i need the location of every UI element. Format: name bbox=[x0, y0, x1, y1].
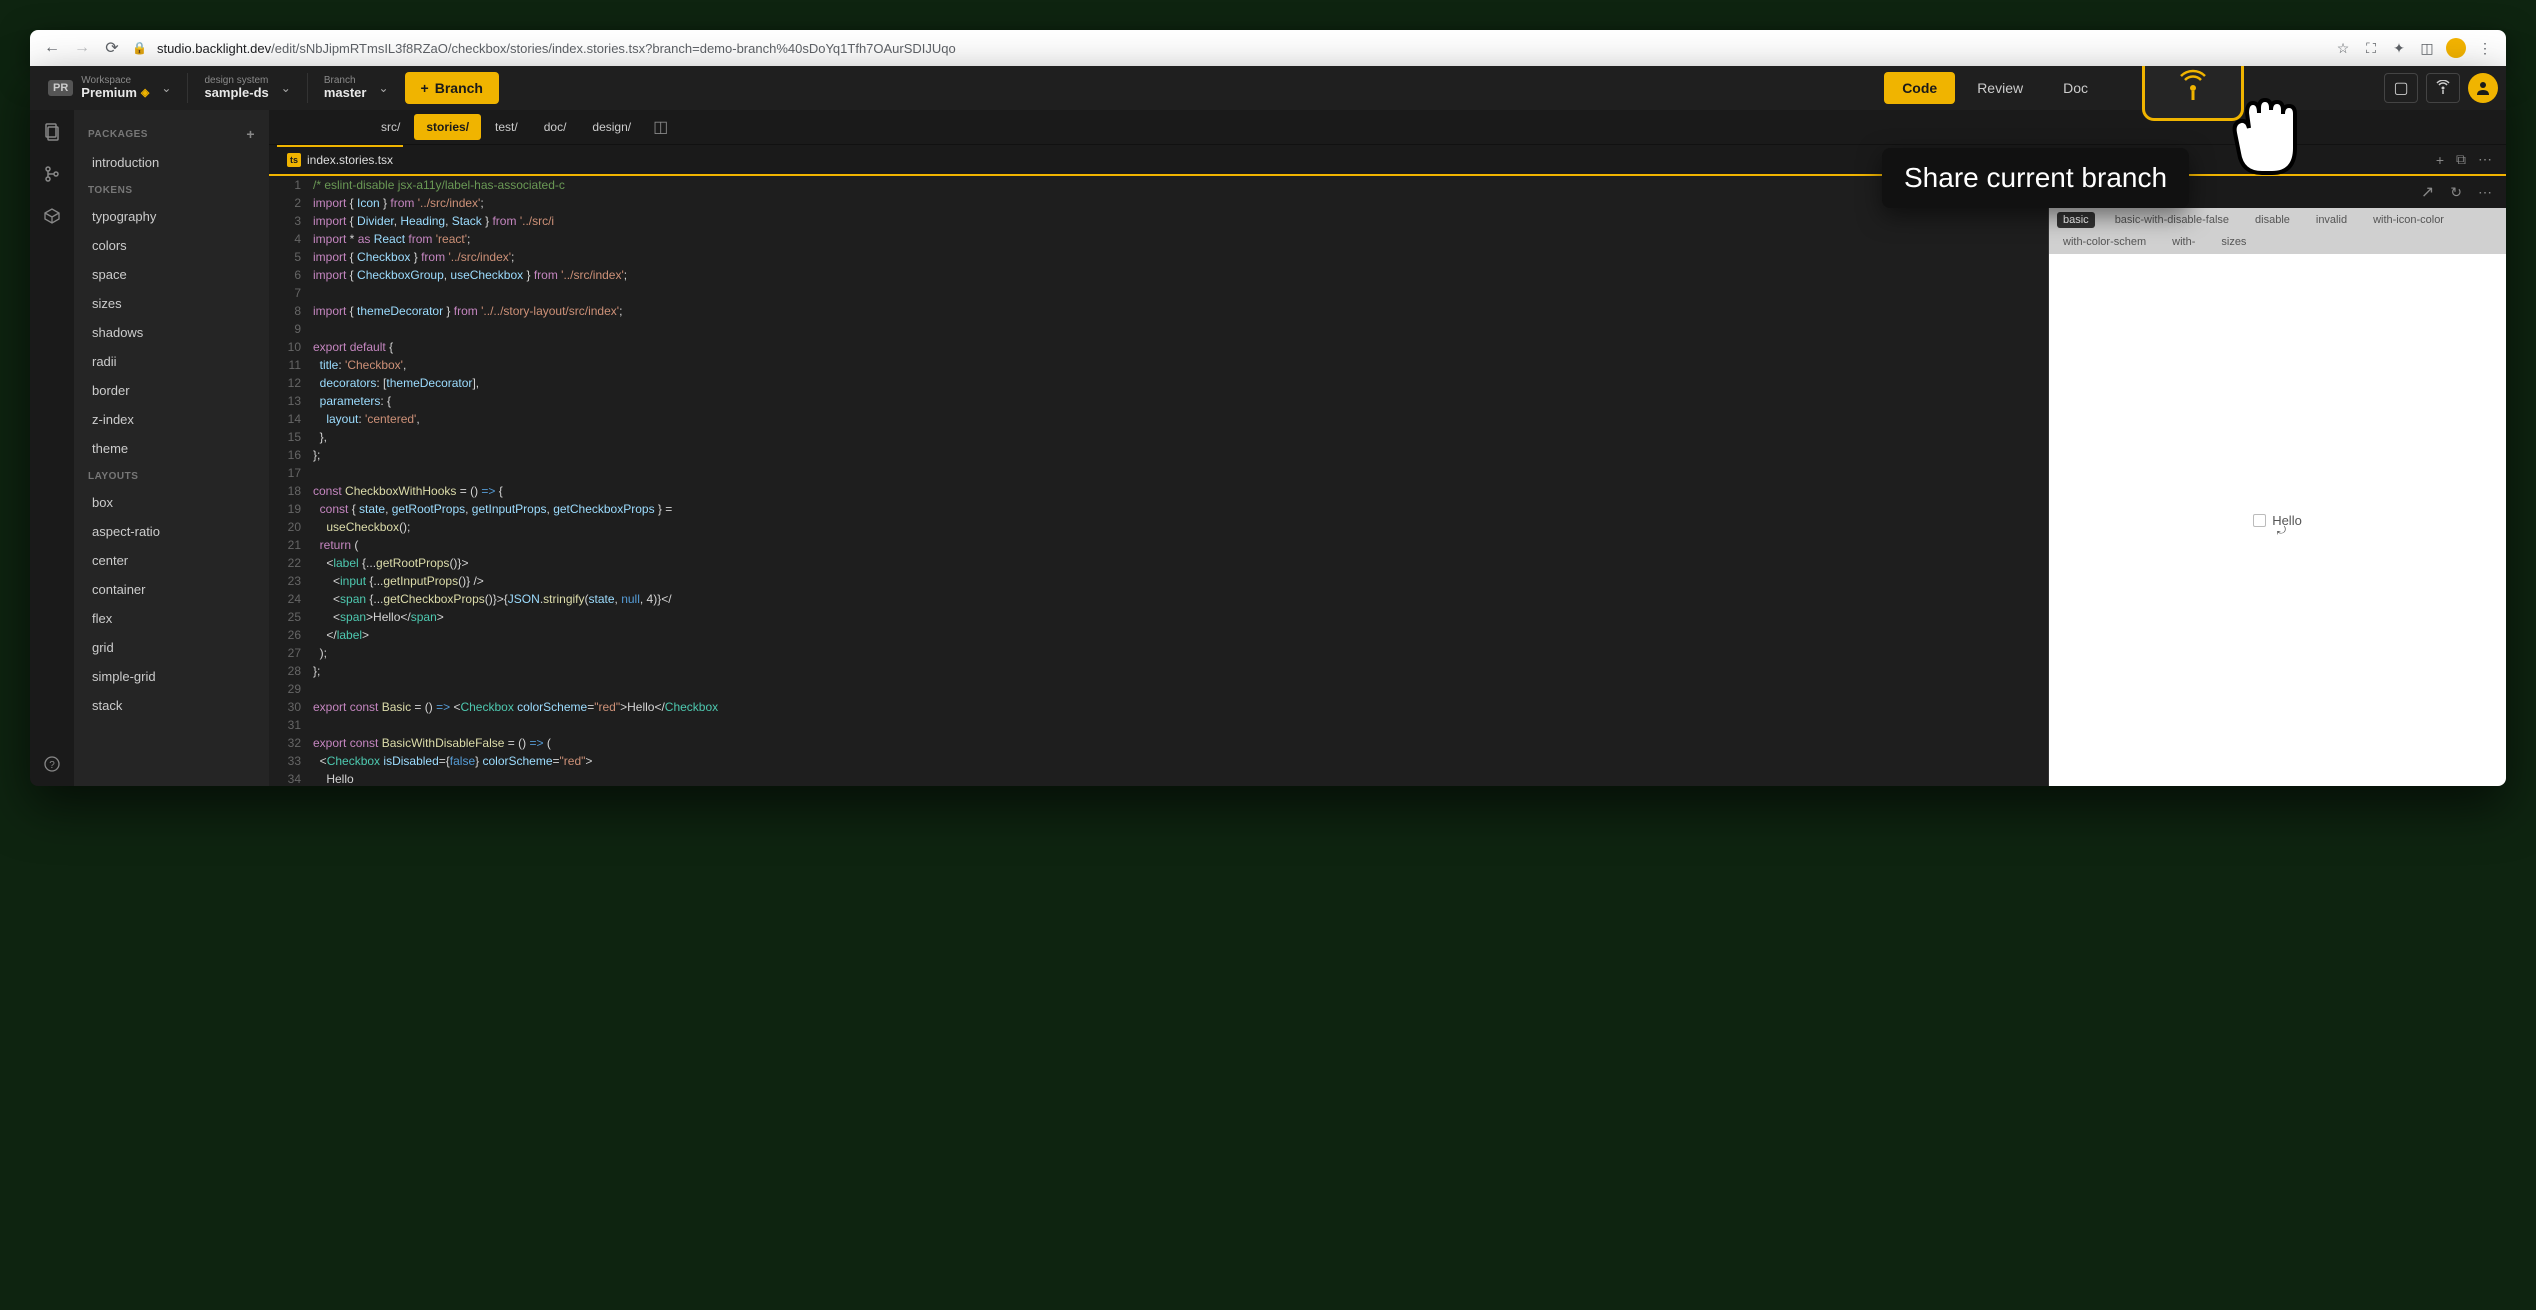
sidebar-item-shadows[interactable]: shadows bbox=[74, 318, 269, 347]
panel-icon[interactable]: ◫ bbox=[2418, 39, 2436, 57]
sidebar-item-aspect-ratio[interactable]: aspect-ratio bbox=[74, 517, 269, 546]
sidebar-item-simple-grid[interactable]: simple-grid bbox=[74, 662, 269, 691]
mode-tab-doc[interactable]: Doc bbox=[2045, 72, 2106, 104]
activity-rail: ? bbox=[30, 110, 74, 786]
svg-text:?: ? bbox=[49, 760, 55, 771]
story-tab[interactable]: invalid bbox=[2310, 212, 2353, 228]
sidebar-item-center[interactable]: center bbox=[74, 546, 269, 575]
star-icon[interactable]: ☆ bbox=[2334, 39, 2352, 57]
crop-icon[interactable]: ⛶ bbox=[2362, 39, 2380, 57]
sidebar-section: PACKAGES+ bbox=[74, 118, 269, 148]
display-icon[interactable]: ▢ bbox=[2384, 73, 2418, 103]
new-branch-button[interactable]: + Branch bbox=[405, 72, 499, 104]
story-tab[interactable]: sizes bbox=[2215, 234, 2252, 250]
plus-icon: + bbox=[421, 80, 429, 96]
forward-icon[interactable]: → bbox=[72, 38, 92, 58]
back-icon[interactable]: ← bbox=[42, 38, 62, 58]
branch-selector[interactable]: Branch master ⌄ bbox=[314, 70, 399, 106]
source-control-icon[interactable] bbox=[40, 162, 64, 186]
refresh-icon[interactable]: ↻ bbox=[2444, 180, 2468, 205]
add-package-icon[interactable]: + bbox=[246, 126, 255, 142]
checkbox-icon[interactable] bbox=[2253, 514, 2266, 527]
sidebar-item-border[interactable]: border bbox=[74, 376, 269, 405]
folder-tab[interactable]: stories/ bbox=[414, 114, 481, 140]
sidebar-item-space[interactable]: space bbox=[74, 260, 269, 289]
package-icon[interactable] bbox=[40, 204, 64, 228]
typescript-icon: ts bbox=[287, 153, 301, 167]
sidebar-item-theme[interactable]: theme bbox=[74, 434, 269, 463]
extensions-icon[interactable]: ✦ bbox=[2390, 39, 2408, 57]
user-avatar[interactable] bbox=[2468, 73, 2498, 103]
chevron-down-icon: ⌄ bbox=[281, 81, 291, 95]
lock-icon: 🔒 bbox=[132, 41, 147, 55]
folder-tab[interactable]: test/ bbox=[483, 114, 530, 140]
sidebar-item-stack[interactable]: stack bbox=[74, 691, 269, 720]
premium-icon: ◈ bbox=[141, 87, 149, 99]
broadcast-icon bbox=[2173, 68, 2213, 108]
sidebar-item-colors[interactable]: colors bbox=[74, 231, 269, 260]
copy-icon[interactable]: ⧉ bbox=[2450, 147, 2472, 172]
cursor-hand-icon bbox=[2217, 78, 2317, 188]
code-editor[interactable]: 1/* eslint-disable jsx-a11y/label-has-as… bbox=[269, 176, 2048, 786]
help-icon[interactable]: ? bbox=[40, 752, 64, 776]
mode-tabs: CodeReviewDoc bbox=[1884, 72, 2106, 104]
browser-menu-icon[interactable]: ⋮ bbox=[2476, 39, 2494, 57]
package-sidebar: PACKAGES+introductionTOKENStypographycol… bbox=[74, 110, 269, 786]
story-tab[interactable]: with-icon-color bbox=[2367, 212, 2450, 228]
layout-icon[interactable]: ◫ bbox=[645, 113, 676, 141]
browser-chrome: ← → ⟳ 🔒 studio.backlight.dev/edit/sNbJip… bbox=[30, 30, 2506, 66]
sidebar-item-grid[interactable]: grid bbox=[74, 633, 269, 662]
story-tab[interactable]: disable bbox=[2249, 212, 2296, 228]
more-icon[interactable]: ⋯ bbox=[2472, 180, 2498, 205]
folder-tab[interactable]: doc/ bbox=[532, 114, 579, 140]
folder-tab[interactable]: src/ bbox=[369, 114, 412, 140]
sidebar-section: LAYOUTS bbox=[74, 463, 269, 488]
files-icon[interactable] bbox=[40, 120, 64, 144]
reload-icon[interactable]: ⟳ bbox=[102, 38, 122, 58]
add-file-icon[interactable]: + bbox=[2430, 148, 2450, 172]
mode-tab-review[interactable]: Review bbox=[1959, 72, 2041, 104]
chevron-down-icon: ⌄ bbox=[161, 81, 171, 95]
broadcast-small-icon[interactable] bbox=[2426, 73, 2460, 103]
browser-avatar[interactable] bbox=[2446, 38, 2466, 58]
file-tab-active[interactable]: ts index.stories.tsx bbox=[277, 145, 403, 173]
sidebar-item-box[interactable]: box bbox=[74, 488, 269, 517]
preview-panel: ⤱ StoriesDo ↗ ↻ ⋯ basicbasic-with-disabl… bbox=[2048, 176, 2506, 786]
preview-canvas: Hello ⤾ bbox=[2049, 254, 2506, 786]
chevron-down-icon: ⌄ bbox=[378, 81, 388, 95]
sidebar-item-typography[interactable]: typography bbox=[74, 202, 269, 231]
open-external-icon[interactable]: ↗ bbox=[2415, 178, 2440, 206]
topbar: PR Workspace Premium ◈ ⌄ design system s… bbox=[30, 66, 2506, 110]
project-selector[interactable]: design system sample-ds ⌄ bbox=[194, 70, 300, 106]
more-icon[interactable]: ⋯ bbox=[2472, 147, 2498, 172]
folder-tab[interactable]: design/ bbox=[580, 114, 643, 140]
sidebar-item-introduction[interactable]: introduction bbox=[74, 148, 269, 177]
sidebar-item-container[interactable]: container bbox=[74, 575, 269, 604]
story-tab[interactable]: basic bbox=[2057, 212, 2095, 228]
sidebar-item-z-index[interactable]: z-index bbox=[74, 405, 269, 434]
story-tab[interactable]: with- bbox=[2166, 234, 2201, 250]
workspace-selector[interactable]: PR Workspace Premium ◈ ⌄ bbox=[38, 70, 181, 106]
cursor-icon: ⤾ bbox=[2277, 525, 2286, 538]
sidebar-item-radii[interactable]: radii bbox=[74, 347, 269, 376]
mode-tab-code[interactable]: Code bbox=[1884, 72, 1955, 104]
story-tab[interactable]: with-color-schem bbox=[2057, 234, 2152, 250]
sidebar-item-sizes[interactable]: sizes bbox=[74, 289, 269, 318]
story-tab[interactable]: basic-with-disable-false bbox=[2109, 212, 2235, 228]
story-tabs: basic basic-with-disable-false disable inva… bbox=[2049, 208, 2506, 254]
sidebar-item-flex[interactable]: flex bbox=[74, 604, 269, 633]
address-bar[interactable]: studio.backlight.dev/edit/sNbJipmRTmsIL3… bbox=[157, 41, 2324, 56]
share-tooltip: Share current branch bbox=[1882, 148, 2189, 208]
sidebar-section: TOKENS bbox=[74, 177, 269, 202]
